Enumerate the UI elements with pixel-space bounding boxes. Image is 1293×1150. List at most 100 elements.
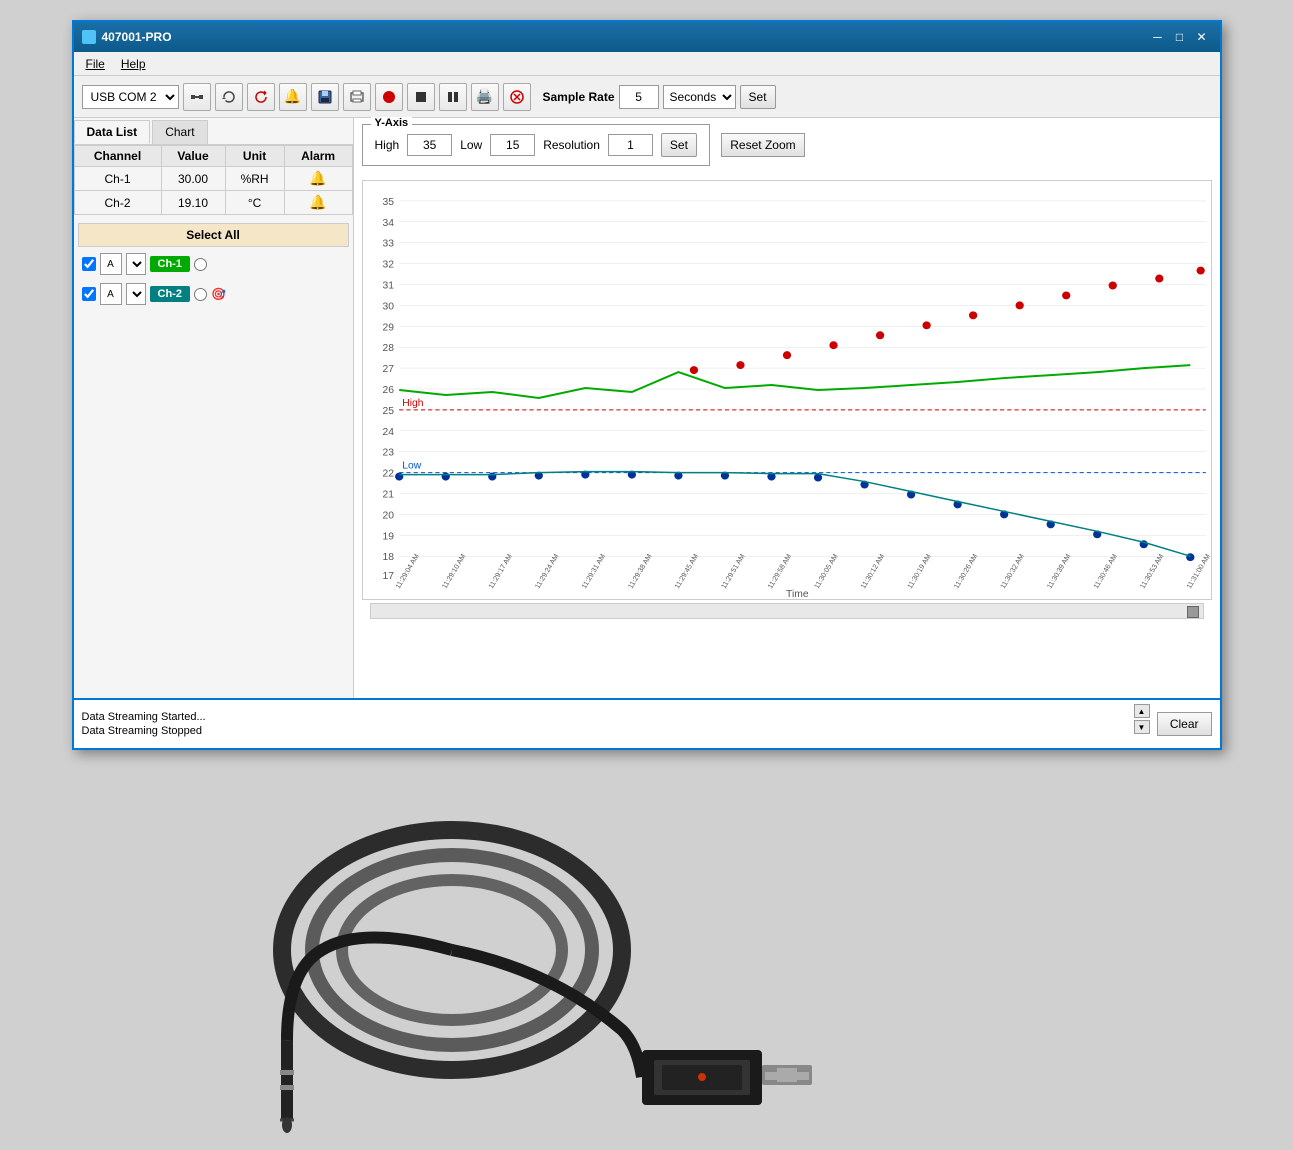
channel-2-checkbox[interactable] (82, 287, 96, 301)
channel-1-radio[interactable] (194, 258, 207, 271)
svg-text:28: 28 (382, 343, 394, 354)
pause-button[interactable] (439, 83, 467, 111)
close-button[interactable]: ✕ (1192, 27, 1212, 47)
svg-text:24: 24 (382, 427, 394, 438)
file-menu[interactable]: File (78, 55, 113, 73)
svg-text:21: 21 (382, 490, 394, 501)
window-controls: ─ □ ✕ (1148, 27, 1212, 47)
select-all-button[interactable]: Select All (78, 223, 349, 247)
main-content: Data List Chart Channel Value Unit Alarm… (74, 118, 1220, 698)
maximize-button[interactable]: □ (1170, 27, 1190, 47)
channel-name: Ch-1 (74, 167, 161, 191)
print-button[interactable]: 🖨️ (471, 83, 499, 111)
channel-1-alarm-btn[interactable]: A (100, 253, 122, 275)
stop-button[interactable] (407, 83, 435, 111)
svg-text:31: 31 (382, 281, 394, 292)
svg-text:32: 32 (382, 260, 394, 271)
channel-list: Select All A ▼ Ch-1 A ▼ Ch-2 🎯 (74, 215, 353, 698)
scroll-up-button[interactable]: ▲ (1134, 704, 1150, 718)
svg-text:20: 20 (382, 511, 394, 522)
cable-image-area (72, 770, 1222, 1150)
channel-row-2: A ▼ Ch-2 🎯 (78, 281, 349, 307)
col-header-value: Value (161, 146, 225, 167)
connect-button[interactable] (183, 83, 211, 111)
scroll-down-button[interactable]: ▼ (1134, 720, 1150, 734)
svg-text:Time: Time (786, 589, 809, 600)
svg-text:27: 27 (382, 364, 394, 375)
seconds-select[interactable]: Seconds Minutes (663, 85, 736, 109)
svg-text:High: High (402, 398, 423, 409)
status-line-1: Data Streaming Started... (82, 711, 206, 723)
save-button[interactable] (311, 83, 339, 111)
status-scroll-controls: ▲ ▼ (1134, 704, 1150, 734)
scrollbar-thumb[interactable] (1187, 606, 1199, 618)
cable-svg (222, 770, 822, 1150)
title-bar: 407001-PRO ─ □ ✕ (74, 22, 1220, 52)
left-panel: Data List Chart Channel Value Unit Alarm… (74, 118, 354, 698)
svg-text:22: 22 (382, 469, 394, 480)
svg-text:30: 30 (382, 302, 394, 313)
record-button[interactable] (375, 83, 403, 111)
channel-alarm[interactable]: 🔔 (284, 167, 352, 191)
y-low-input[interactable] (490, 134, 535, 156)
channel-row-1: A ▼ Ch-1 (78, 251, 349, 277)
table-row: Ch-1 30.00 %RH 🔔 (74, 167, 352, 191)
data-table: Channel Value Unit Alarm Ch-1 30.00 %RH … (74, 145, 353, 215)
reset-zoom-button[interactable]: Reset Zoom (721, 133, 804, 157)
channel-unit: °C (225, 191, 284, 215)
channel-name: Ch-2 (74, 191, 161, 215)
chart-area: 35 34 33 32 31 30 29 28 27 26 25 24 23 2… (354, 172, 1220, 698)
y-axis-controls: Y-Axis High Low Resolution Set (362, 124, 710, 166)
app-icon (82, 30, 96, 44)
channel-1-label[interactable]: Ch-1 (150, 256, 190, 272)
status-bar: Data Streaming Started... Data Streaming… (74, 698, 1220, 748)
clear-button[interactable]: Clear (1157, 712, 1212, 736)
low-label: Low (460, 138, 482, 152)
window-title: 407001-PRO (102, 30, 1148, 44)
channel-1-dropdown[interactable]: ▼ (126, 253, 146, 275)
tab-bar: Data List Chart (74, 118, 353, 145)
channel-2-target-icon[interactable]: 🎯 (211, 287, 226, 301)
refresh-button[interactable] (215, 83, 243, 111)
sample-rate-group: Sample Rate Seconds Minutes Set (543, 85, 776, 109)
svg-text:25: 25 (382, 406, 394, 417)
svg-text:18: 18 (382, 552, 394, 563)
col-header-unit: Unit (225, 146, 284, 167)
alarm-button[interactable]: 🔔 (279, 83, 307, 111)
minimize-button[interactable]: ─ (1148, 27, 1168, 47)
channel-1-checkbox[interactable] (82, 257, 96, 271)
y-resolution-input[interactable] (608, 134, 653, 156)
y-high-input[interactable] (407, 134, 452, 156)
status-line-2: Data Streaming Stopped (82, 725, 202, 737)
svg-text:17: 17 (382, 571, 394, 582)
chart-scrollbar[interactable] (370, 603, 1204, 619)
svg-text:26: 26 (382, 385, 394, 396)
tab-chart[interactable]: Chart (152, 120, 207, 144)
svg-text:34: 34 (382, 218, 394, 229)
channel-2-alarm-btn[interactable]: A (100, 283, 122, 305)
cancel-button[interactable] (503, 83, 531, 111)
help-menu[interactable]: Help (113, 55, 154, 73)
print-preview-button[interactable] (343, 83, 371, 111)
channel-unit: %RH (225, 167, 284, 191)
col-header-channel: Channel (74, 146, 161, 167)
svg-text:19: 19 (382, 531, 394, 542)
channel-2-label[interactable]: Ch-2 (150, 286, 190, 302)
channel-alarm[interactable]: 🔔 (284, 191, 352, 215)
com-port-select[interactable]: USB COM 2 (82, 85, 179, 109)
y-axis-label: Y-Axis (371, 117, 413, 129)
channel-2-radio[interactable] (194, 288, 207, 301)
reload-button[interactable] (247, 83, 275, 111)
svg-text:23: 23 (382, 448, 394, 459)
sample-rate-input[interactable] (619, 85, 659, 109)
y-set-button[interactable]: Set (661, 133, 697, 157)
com-port-group: USB COM 2 (82, 85, 179, 109)
svg-text:Low: Low (402, 461, 422, 472)
svg-text:29: 29 (382, 322, 394, 333)
tab-data-list[interactable]: Data List (74, 120, 151, 144)
chart-svg: 35 34 33 32 31 30 29 28 27 26 25 24 23 2… (362, 180, 1212, 600)
sample-rate-label: Sample Rate (543, 90, 615, 104)
svg-text:35: 35 (382, 197, 394, 208)
channel-2-dropdown[interactable]: ▼ (126, 283, 146, 305)
sample-set-button[interactable]: Set (740, 85, 776, 109)
